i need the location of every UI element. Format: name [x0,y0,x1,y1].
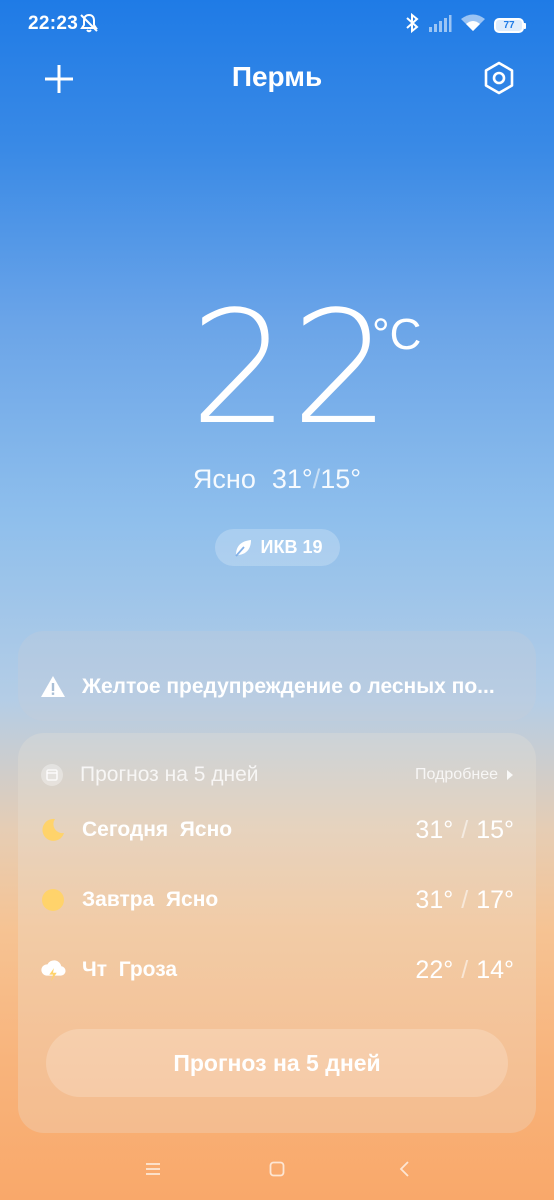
status-bar: 22:23 77 [0,0,554,48]
today-low: 15° [320,464,362,494]
home-square-icon [269,1161,285,1177]
day-label: Чт Гроза [82,958,178,981]
battery-level: 77 [494,18,524,33]
condition-line: Ясно 31°/15° [0,464,554,495]
signal-icon [428,13,452,38]
bell-off-icon [78,12,100,39]
day-high: 31° [415,885,454,914]
day-temp-separator: / [461,815,469,844]
forecast-more-link[interactable]: Подробнее [415,766,514,784]
day-low: 17° [476,885,514,914]
back-chevron-icon [399,1161,409,1177]
day-low: 14° [476,955,514,984]
forecast-day-thursday[interactable]: Чт Гроза 22°/14° [40,950,514,990]
day-label: Завтра Ясно [82,888,219,911]
weather-warning-card[interactable]: Желтое предупреждение о лесных по... [18,631,536,721]
battery-icon: 77 [494,18,526,33]
day-temps: 31°/17° [415,886,514,915]
thunderstorm-icon [40,957,66,983]
forecast-day-today[interactable]: Сегодня Ясно 31°/15° [40,810,514,850]
current-temperature: 22 [190,277,393,459]
five-day-forecast-button[interactable]: Прогноз на 5 дней [46,1029,508,1097]
day-temp-separator: / [461,885,469,914]
day-temps: 31°/15° [415,816,514,845]
day-temps: 22°/14° [415,956,514,985]
top-bar: Пермь [0,52,554,104]
settings-button[interactable] [480,59,518,97]
wifi-icon [460,13,486,38]
bluetooth-icon [404,12,420,39]
recents-button[interactable] [138,1154,168,1184]
forecast-header: Прогноз на 5 дней Подробнее [40,763,514,787]
high-low-separator: / [312,464,321,494]
city-title: Пермь [231,61,323,92]
warning-icon [41,676,65,697]
warning-text: Желтое предупреждение о лесных по... [82,675,495,698]
moon-icon [40,817,66,843]
sun-icon [40,887,66,913]
more-label: Подробнее [415,766,498,783]
system-nav-bar [0,1134,554,1200]
chevron-right-icon [507,770,513,780]
home-button[interactable] [262,1154,292,1184]
day-temp-separator: / [461,955,469,984]
leaf-icon [234,539,251,557]
day-high: 31° [415,815,454,844]
temperature-unit: °C [372,310,422,359]
forecast-title: Прогноз на 5 дней [80,763,259,786]
day-label: Сегодня Ясно [82,818,233,841]
aqi-label: ИКВ 19 [260,537,323,557]
status-time: 22:23 [28,13,79,34]
current-condition: Ясно [192,464,256,494]
back-button[interactable] [390,1154,420,1184]
day-high: 22° [415,955,454,984]
day-low: 15° [476,815,514,844]
menu-icon [146,1163,160,1175]
forecast-card: Прогноз на 5 дней Подробнее Сегодня Ясно… [18,733,536,1133]
aqi-badge[interactable]: ИКВ 19 [215,529,340,566]
settings-icon [484,61,514,95]
today-high: 31° [271,464,313,494]
calendar-icon [41,764,63,786]
forecast-day-tomorrow[interactable]: Завтра Ясно 31°/17° [40,880,514,920]
